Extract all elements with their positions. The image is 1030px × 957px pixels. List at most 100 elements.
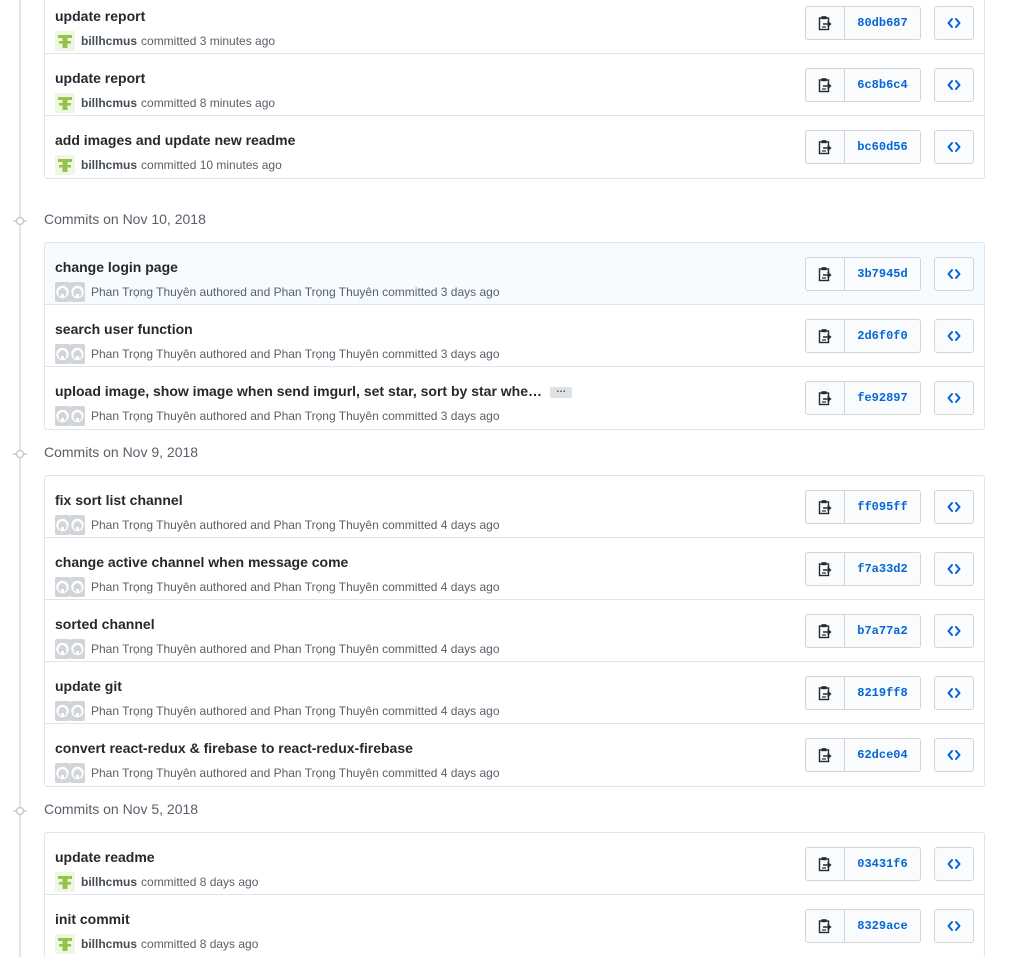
commit-title-link[interactable]: update readme [55, 849, 155, 865]
commit-meta: Phan Trọng Thuyên authored and Phan Trọn… [55, 282, 500, 302]
commit-sha-link[interactable]: b7a77a2 [845, 615, 920, 647]
author-avatar-pair[interactable] [55, 344, 85, 364]
sha-button-group: fe92897 [805, 381, 921, 415]
clippy-icon [818, 747, 832, 763]
commit-title[interactable]: convert react-redux & firebase to react-… [55, 740, 413, 756]
commit-sha-link[interactable]: 8219ff8 [845, 677, 920, 709]
commit-title-link[interactable]: fix sort list channel [55, 492, 183, 508]
browse-repository-button[interactable] [934, 257, 974, 291]
copy-sha-button[interactable] [806, 320, 845, 352]
commit-title[interactable]: update readme [55, 849, 155, 865]
commit-sha-link[interactable]: f7a33d2 [845, 553, 920, 585]
commit-title[interactable]: fix sort list channel [55, 492, 183, 508]
commit-sha-link[interactable]: 2d6f0f0 [845, 320, 920, 352]
browse-repository-button[interactable] [934, 319, 974, 353]
commit-author-link[interactable]: billhcmus [81, 937, 137, 951]
copy-sha-button[interactable] [806, 382, 845, 414]
browse-repository-button[interactable] [934, 738, 974, 772]
commit-title[interactable]: update report [55, 70, 145, 86]
commit-title[interactable]: change active channel when message come [55, 554, 348, 570]
commit-title[interactable]: upload image, show image when send imgur… [55, 383, 542, 399]
author-avatar[interactable] [55, 155, 75, 175]
clippy-icon [818, 139, 832, 155]
commit-title-link[interactable]: add images and update new readme [55, 132, 295, 148]
commit-meta: Phan Trọng Thuyên authored and Phan Trọn… [55, 515, 500, 535]
commit-row: init commit billhcmus committed 8 days ago… [45, 895, 984, 957]
commit-title-link[interactable]: init commit [55, 911, 130, 927]
author-avatar[interactable] [55, 872, 75, 892]
commit-title[interactable]: sorted channel [55, 616, 155, 632]
copy-sha-button[interactable] [806, 258, 845, 290]
commit-title-link[interactable]: change active channel when message come [55, 554, 348, 570]
commit-title-link[interactable]: upload image, show image when send imgur… [55, 383, 573, 399]
author-avatar-pair[interactable] [55, 577, 85, 597]
commit-sha-link[interactable]: bc60d56 [845, 131, 920, 163]
commit-title-link[interactable]: sorted channel [55, 616, 155, 632]
author-avatar-pair[interactable] [55, 406, 85, 426]
copy-sha-button[interactable] [806, 739, 845, 771]
commit-title-link[interactable]: search user function [55, 321, 193, 337]
browse-repository-button[interactable] [934, 847, 974, 881]
clippy-icon [818, 499, 832, 515]
commit-list: fix sort list channel Phan Trọng Thuyên a… [44, 475, 985, 787]
author-avatar-pair[interactable] [55, 701, 85, 721]
browse-repository-button[interactable] [934, 130, 974, 164]
commit-sha-link[interactable]: 6c8b6c4 [845, 69, 920, 101]
copy-sha-button[interactable] [806, 69, 845, 101]
commit-sha-link[interactable]: 3b7945d [845, 258, 920, 290]
author-avatar-pair[interactable] [55, 639, 85, 659]
commit-sha-link[interactable]: ff095ff [845, 491, 920, 523]
author-avatar-pair[interactable] [55, 282, 85, 302]
commit-sha-link[interactable]: 03431f6 [845, 848, 920, 880]
commit-title[interactable]: update git [55, 678, 122, 694]
author-avatar[interactable] [55, 934, 75, 954]
commit-title[interactable]: change login page [55, 259, 178, 275]
commit-group-date: Commits on Nov 10, 2018 [44, 211, 206, 227]
browse-repository-button[interactable] [934, 490, 974, 524]
commit-author-link[interactable]: billhcmus [81, 96, 137, 110]
commit-meta: Phan Trọng Thuyên authored and Phan Trọn… [55, 406, 500, 426]
browse-repository-button[interactable] [934, 614, 974, 648]
copy-sha-button[interactable] [806, 553, 845, 585]
commit-row: add images and update new readme billhcmu… [45, 116, 984, 178]
commit-title[interactable]: update report [55, 8, 145, 24]
copy-sha-button[interactable] [806, 910, 845, 942]
copy-sha-button[interactable] [806, 677, 845, 709]
author-avatar-pair[interactable] [55, 763, 85, 783]
expand-description-button[interactable]: … [550, 384, 573, 398]
commit-title[interactable]: init commit [55, 911, 130, 927]
browse-repository-button[interactable] [934, 68, 974, 102]
commit-history: update report billhcmus committed 3 minute… [0, 0, 1030, 957]
copy-sha-button[interactable] [806, 615, 845, 647]
browse-repository-button[interactable] [934, 6, 974, 40]
commit-sha-link[interactable]: 62dce04 [845, 739, 920, 771]
copy-sha-button[interactable] [806, 491, 845, 523]
author-avatar-pair[interactable] [55, 515, 85, 535]
code-icon [947, 749, 961, 761]
author-avatar[interactable] [55, 93, 75, 113]
copy-sha-button[interactable] [806, 131, 845, 163]
commit-author-link[interactable]: billhcmus [81, 158, 137, 172]
commit-title-link[interactable]: change login page [55, 259, 178, 275]
commit-sha-link[interactable]: fe92897 [845, 382, 920, 414]
commit-title[interactable]: add images and update new readme [55, 132, 295, 148]
copy-sha-button[interactable] [806, 7, 845, 39]
commit-title-link[interactable]: update git [55, 678, 122, 694]
git-commit-icon [13, 214, 27, 228]
commit-meta: billhcmus committed 10 minutes ago [55, 155, 282, 175]
commit-title-link[interactable]: convert react-redux & firebase to react-… [55, 740, 413, 756]
commit-title-link[interactable]: update report [55, 70, 145, 86]
browse-repository-button[interactable] [934, 909, 974, 943]
commit-title-link[interactable]: update report [55, 8, 145, 24]
commit-author-link[interactable]: billhcmus [81, 34, 137, 48]
browse-repository-button[interactable] [934, 552, 974, 586]
commit-title[interactable]: search user function [55, 321, 193, 337]
commit-sha-link[interactable]: 8329ace [845, 910, 920, 942]
browse-repository-button[interactable] [934, 676, 974, 710]
author-avatar[interactable] [55, 31, 75, 51]
commit-author-link[interactable]: billhcmus [81, 875, 137, 889]
commit-sha-link[interactable]: 80db687 [845, 7, 920, 39]
code-icon [947, 920, 961, 932]
browse-repository-button[interactable] [934, 381, 974, 415]
copy-sha-button[interactable] [806, 848, 845, 880]
